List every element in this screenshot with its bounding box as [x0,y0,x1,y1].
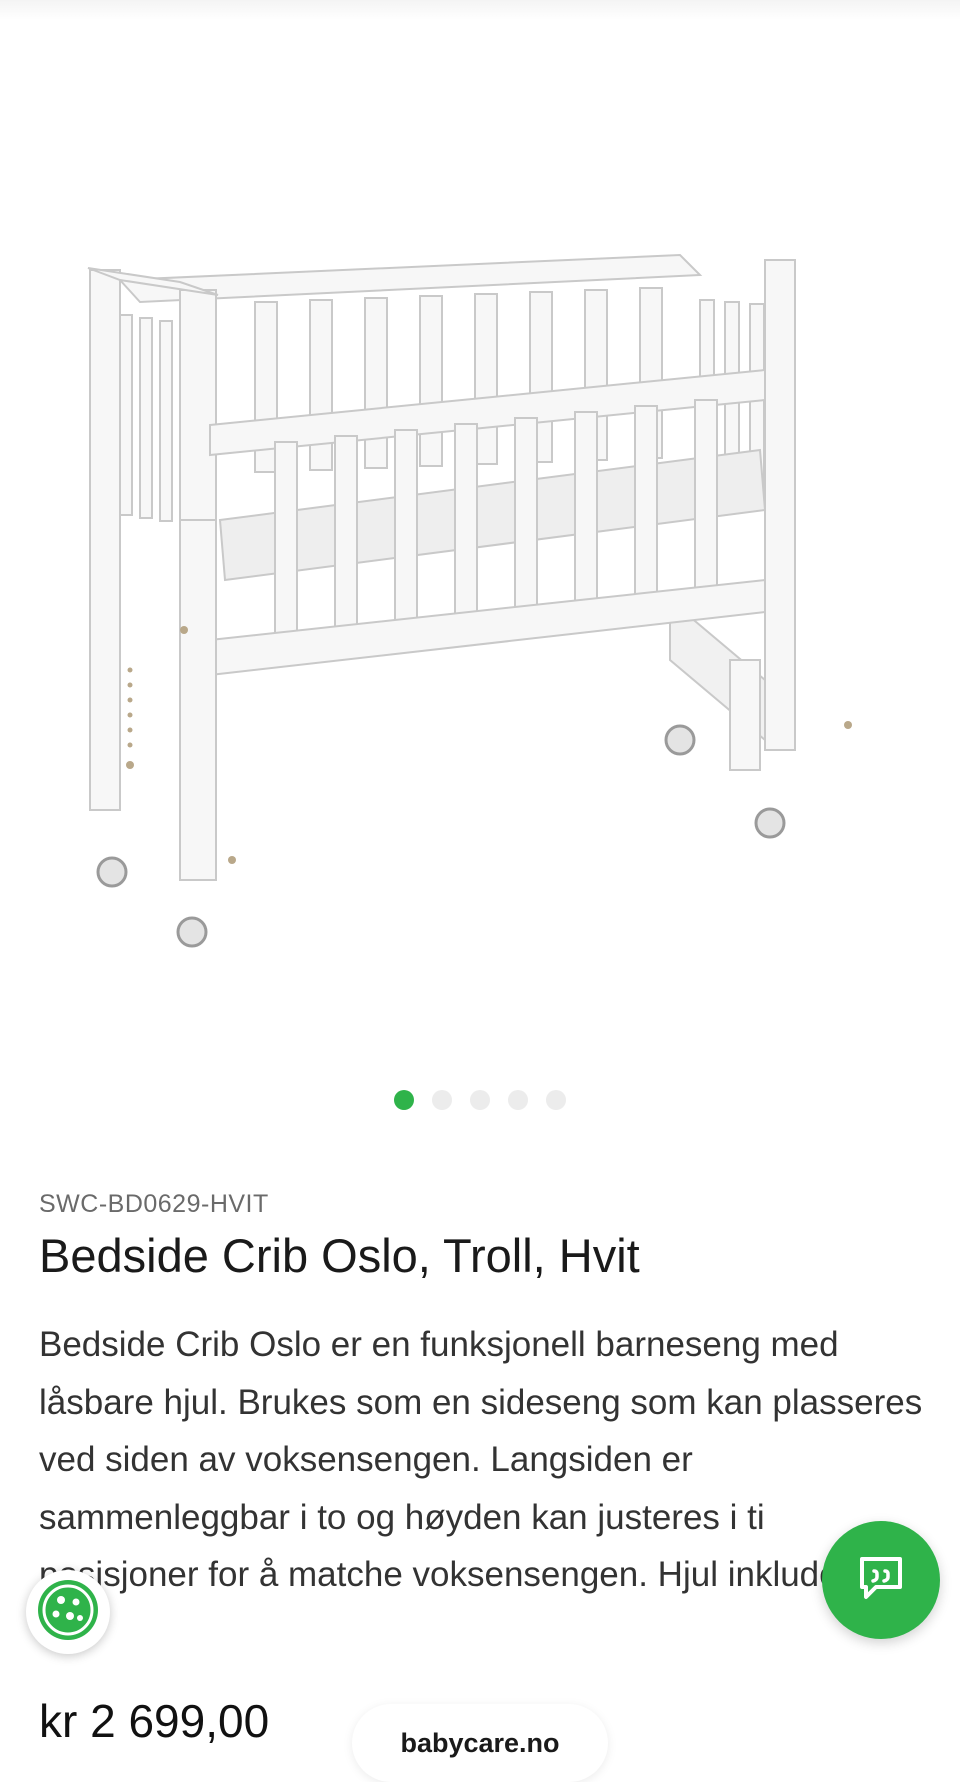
carousel-dot-5[interactable] [546,1090,566,1110]
header-shadow [0,0,960,20]
carousel-dots [0,1090,960,1110]
product-price: kr 2 699,00 [39,1695,270,1747]
carousel-dot-4[interactable] [508,1090,528,1110]
site-domain: babycare.no [400,1727,560,1758]
carousel-dot-2[interactable] [432,1090,452,1110]
carousel-dot-1[interactable] [394,1090,414,1110]
product-title: Bedside Crib Oslo, Troll, Hvit [39,1229,640,1282]
chat-bubble-icon [854,1551,908,1610]
site-domain-pill[interactable]: babycare.no [352,1704,608,1782]
product-sku: SWC-BD0629-HVIT [39,1190,269,1218]
product-description: Bedside Crib Oslo er en funksjonell barn… [39,1325,923,1594]
cookie-settings-button[interactable] [26,1570,110,1654]
product-image[interactable] [60,220,900,1030]
cookie-icon [34,1576,102,1649]
chat-button[interactable] [822,1521,940,1639]
carousel-dot-3[interactable] [470,1090,490,1110]
